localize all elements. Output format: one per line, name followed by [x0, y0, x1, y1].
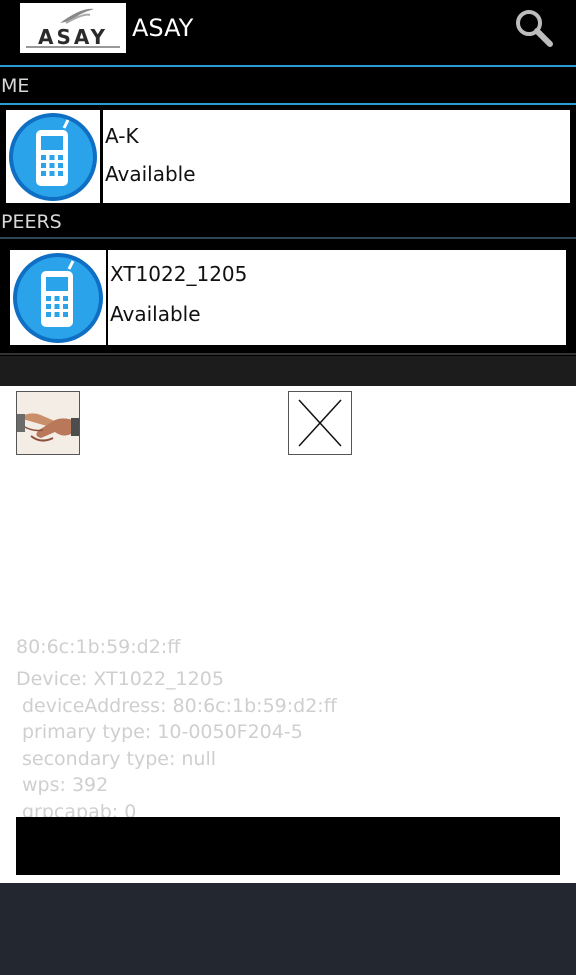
detail-line: grpcapab: 0 [22, 800, 137, 819]
detail-line: deviceAddress: 80:6c:1b:59:d2:ff [22, 694, 337, 717]
disconnect-button[interactable] [288, 391, 352, 455]
app-logo: ASAY [20, 3, 126, 53]
peer-list-item[interactable]: XT1022_1205 Available [0, 241, 576, 355]
app-title: ASAY [132, 14, 194, 42]
connect-button[interactable] [16, 391, 80, 455]
handshake-icon [17, 392, 79, 454]
peer-info: XT1022_1205 Available [108, 250, 566, 345]
my-device-status: Available [105, 162, 196, 186]
peers-section-header: PEERS [0, 207, 576, 239]
overlay-bar [16, 817, 560, 875]
detail-line: secondary type: null [22, 747, 217, 770]
peer-detail-panel: 80:6c:1b:59:d2:ff Device: XT1022_1205 de… [0, 386, 576, 883]
peer-status: Available [110, 302, 201, 326]
avatar [6, 110, 100, 203]
action-bar: ASAY ASAY [0, 0, 576, 67]
me-section-header: ME [0, 70, 576, 105]
my-device-name: A-K [105, 124, 139, 148]
search-button[interactable] [512, 6, 556, 50]
close-x-icon [298, 399, 342, 447]
detail-line: primary type: 10-0050F204-5 [22, 721, 303, 743]
search-icon [516, 10, 553, 47]
detail-line: Device: XT1022_1205 [16, 668, 224, 690]
my-device-row[interactable]: A-K Available [0, 107, 576, 205]
peer-device-details: Device: XT1022_1205 deviceAddress: 80:6c… [16, 666, 556, 818]
detail-line: wps: 392 [22, 774, 109, 796]
my-device-info: A-K Available [103, 110, 570, 203]
mobile-phone-icon [9, 113, 97, 201]
logo-swoosh-icon: ASAY [26, 8, 120, 49]
peers-header-label: PEERS [1, 211, 62, 233]
peer-name: XT1022_1205 [110, 262, 248, 286]
logo-text: ASAY [38, 25, 108, 49]
avatar [10, 250, 106, 345]
peer-mac-address: 80:6c:1b:59:d2:ff [16, 636, 181, 658]
mobile-phone-icon [13, 253, 103, 343]
me-header-label: ME [1, 75, 30, 97]
divider-strip [0, 356, 576, 386]
bottom-area [0, 883, 576, 975]
